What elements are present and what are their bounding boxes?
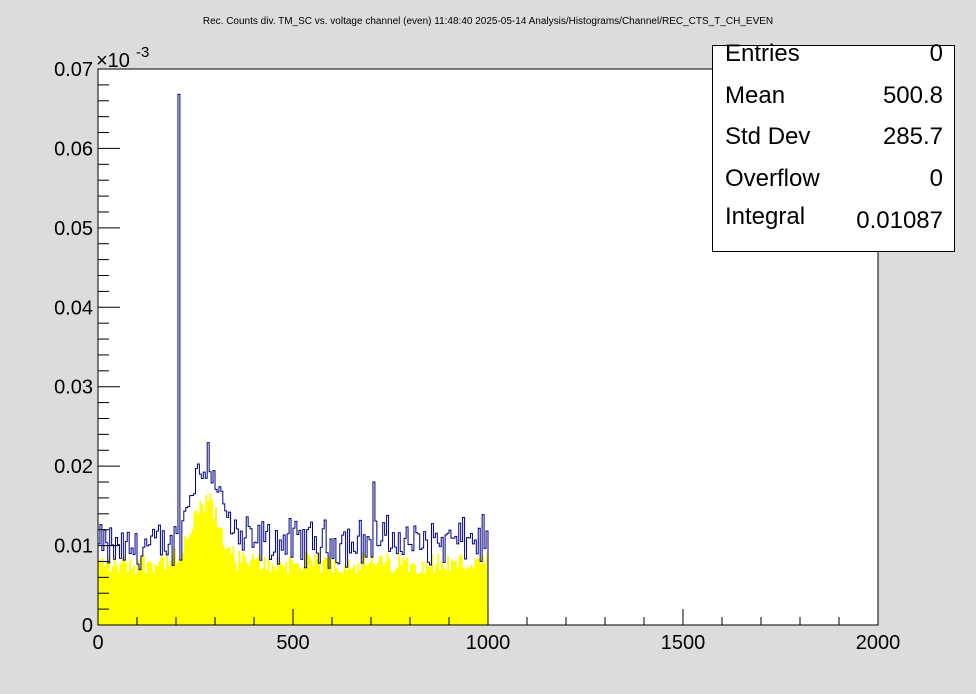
stat-row-mean: Mean 500.8 [725, 82, 943, 114]
x-tick-label: 0 [92, 632, 103, 654]
stat-value: 0.01087 [856, 207, 943, 234]
y-tick-label: 0.03 [54, 377, 93, 399]
y-tick-label: 0.04 [54, 297, 93, 319]
stat-row-overflow: Overflow 0 [725, 165, 943, 197]
stat-row-entries: Entries 0 [725, 40, 943, 72]
stat-label: Entries [725, 40, 800, 67]
stat-row-integral: Integral 0.01087 [725, 203, 943, 235]
y-tick-label: 0.02 [54, 456, 93, 478]
chart-title: Rec. Counts div. TM_SC vs. voltage chann… [202, 16, 774, 27]
stat-label: Overflow [725, 165, 820, 192]
x-tick-label: 1000 [466, 632, 511, 654]
y-tick-label: 0.06 [54, 138, 93, 160]
y-tick-label: 0.01 [54, 536, 93, 558]
y-exponent-label: ×10 [96, 50, 130, 72]
y-tick-label: 0 [82, 615, 93, 637]
stat-value: 0 [929, 40, 943, 67]
y-tick-label: 0.05 [54, 218, 93, 240]
stat-value: 0 [929, 165, 943, 192]
stat-value: 285.7 [882, 123, 943, 150]
x-tick-label: 2000 [856, 632, 901, 654]
stats-box: Entries 0 Mean 500.8 Std Dev 285.7 Overf… [712, 40, 955, 252]
stat-row-stddev: Std Dev 285.7 [725, 123, 943, 155]
x-tick-label: 500 [276, 632, 309, 654]
x-tick-label: 1500 [661, 632, 706, 654]
y-exponent-power: -3 [136, 44, 149, 61]
y-tick-label: 0.07 [54, 59, 93, 81]
stat-label: Integral [725, 203, 806, 230]
stat-label: Mean [725, 82, 786, 109]
stat-value: 500.8 [882, 82, 943, 109]
stat-label: Std Dev [725, 123, 811, 150]
